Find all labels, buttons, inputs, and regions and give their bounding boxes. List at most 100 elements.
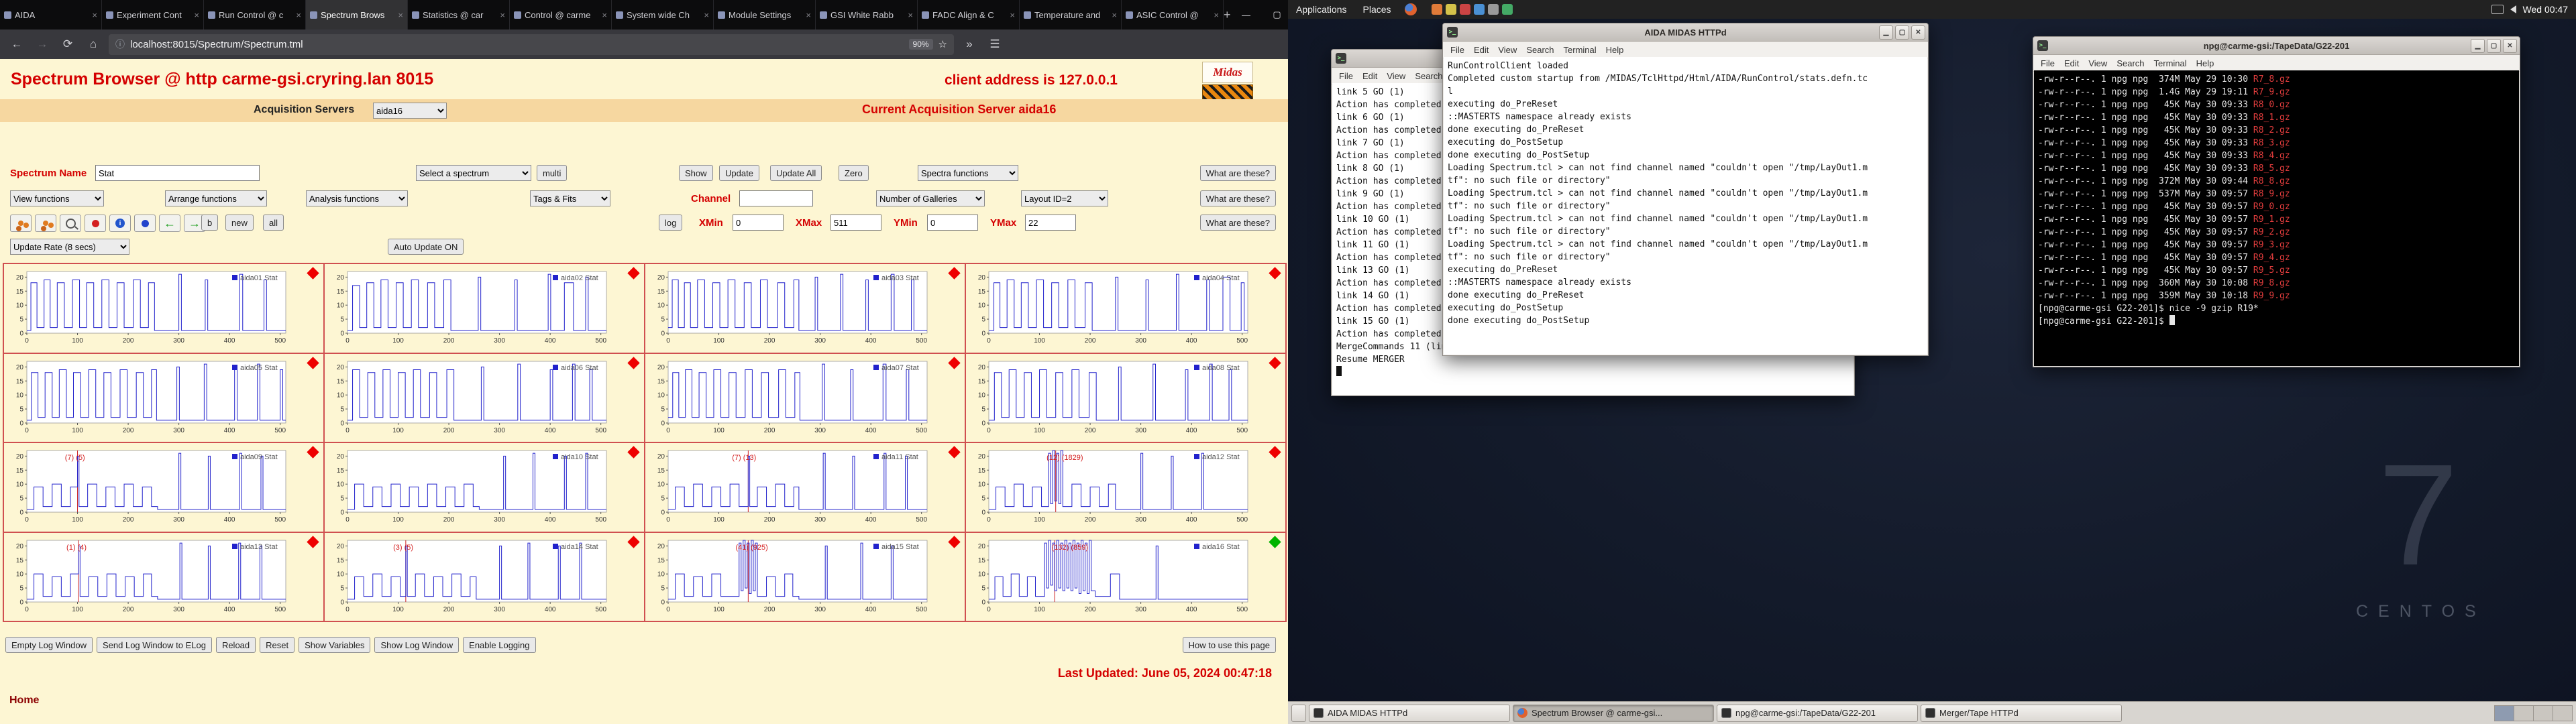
browser-tab-10[interactable]: FADC Align & C×: [918, 0, 1020, 29]
paw2-icon[interactable]: [35, 215, 56, 232]
spectrum-chart-aida15[interactable]: 051015200100200300400500aida15 Stat(41) …: [645, 532, 965, 622]
spectrum-chart-aida06[interactable]: 051015200100200300400500aida06 Stat: [324, 353, 645, 443]
log-button[interactable]: log: [659, 215, 682, 231]
home-link[interactable]: Home: [9, 695, 39, 707]
menu-help[interactable]: Help: [2192, 57, 2219, 70]
menu-file[interactable]: File: [2036, 57, 2059, 70]
analysis-functions-dropdown[interactable]: Analysis functions: [306, 190, 408, 206]
menu-file[interactable]: File: [1446, 44, 1469, 56]
close-icon[interactable]: ✕: [2503, 39, 2517, 53]
spectrum-chart-aida13[interactable]: 051015200100200300400500aida13 Stat(1) (…: [3, 532, 324, 622]
what-are-these-button-3[interactable]: What are these?: [1200, 215, 1276, 231]
tab-close-icon[interactable]: ×: [908, 10, 913, 20]
menu-search[interactable]: Search: [2112, 57, 2149, 70]
tab-close-icon[interactable]: ×: [1112, 10, 1117, 20]
overflow-icon[interactable]: »: [959, 34, 979, 54]
menu-terminal[interactable]: Terminal: [1559, 44, 1601, 56]
menu-view[interactable]: View: [1382, 70, 1410, 82]
browser-tab-9[interactable]: GSI White Rabb×: [816, 0, 918, 29]
browser-tab-2[interactable]: Experiment Cont×: [102, 0, 204, 29]
taskbar-button-spectrum-browser-carme-gsi-[interactable]: Spectrum Browser @ carme-gsi...: [1513, 705, 1714, 722]
browser-tab-12[interactable]: ASIC Control @×: [1122, 0, 1224, 29]
bottom-button-reset[interactable]: Reset: [260, 637, 294, 653]
browser-tab-4[interactable]: Spectrum Brows×: [306, 0, 408, 29]
menu-terminal[interactable]: Terminal: [2149, 57, 2192, 70]
browser-tab-3[interactable]: Run Control @ c×: [204, 0, 306, 29]
aida-window-titlebar[interactable]: >_ AIDA MIDAS HTTPd ▁ ▢ ✕: [1443, 23, 1928, 42]
tab-close-icon[interactable]: ×: [296, 10, 301, 20]
app-icon-1[interactable]: [1432, 4, 1442, 15]
panel-clock[interactable]: Wed 00:47: [2523, 4, 2568, 15]
new-button[interactable]: new: [225, 215, 254, 231]
update-rate-dropdown[interactable]: Update Rate (8 secs): [10, 239, 129, 255]
npg-terminal-output[interactable]: -rw-r--r--. 1 npg npg 374M May 29 10:30 …: [2034, 70, 2519, 366]
bottom-button-empty-log-window[interactable]: Empty Log Window: [5, 637, 93, 653]
zoom-icon[interactable]: [60, 215, 81, 232]
browser-tab-11[interactable]: Temperature and×: [1020, 0, 1122, 29]
menu-view[interactable]: View: [2084, 57, 2112, 70]
spectrum-chart-aida10[interactable]: 051015200100200300400500aida10 Stat: [324, 442, 645, 532]
menu-search[interactable]: Search: [1521, 44, 1558, 56]
layout-id-dropdown[interactable]: Layout ID=2: [1021, 190, 1108, 206]
spectrum-chart-aida11[interactable]: 051015200100200300400500aida11 Stat(7) (…: [645, 442, 965, 532]
bottom-button-reload[interactable]: Reload: [216, 637, 256, 653]
home-button[interactable]: ⌂: [83, 34, 103, 54]
workspace-2[interactable]: [2514, 706, 2534, 721]
blue-dot-icon[interactable]: [134, 215, 156, 232]
npg-terminal-window[interactable]: >_ npg@carme-gsi:/TapeData/G22-201 ▁ ▢ ✕…: [2033, 36, 2520, 367]
taskbar-button-merger-tape-httpd[interactable]: Merger/Tape HTTPd: [1921, 705, 2122, 722]
applications-menu[interactable]: Applications: [1288, 0, 1355, 19]
how-to-use-button[interactable]: How to use this page: [1183, 637, 1276, 653]
firefox-launcher-icon[interactable]: [1405, 3, 1417, 15]
url-bar[interactable]: ⓘ localhost:8015/Spectrum/Spectrum.tml 9…: [109, 34, 954, 55]
arrow-left-icon[interactable]: ←: [159, 215, 180, 232]
forward-button[interactable]: →: [32, 34, 52, 54]
workspace-4[interactable]: [2553, 706, 2572, 721]
all-button[interactable]: all: [263, 215, 284, 231]
keyboard-layout-icon[interactable]: [2491, 5, 2504, 14]
bottom-button-show-variables[interactable]: Show Variables: [299, 637, 370, 653]
app-icon-2[interactable]: [1446, 4, 1456, 15]
browser-tab-8[interactable]: Module Settings×: [714, 0, 816, 29]
app-icon-4[interactable]: [1474, 4, 1485, 15]
tab-close-icon[interactable]: ×: [1010, 10, 1015, 20]
info-icon[interactable]: i: [109, 215, 131, 232]
xmin-input[interactable]: [733, 215, 784, 231]
aida-terminal-output[interactable]: RunControlClient loadedCompleted custom …: [1444, 57, 1927, 355]
close-icon[interactable]: ✕: [1911, 25, 1925, 40]
acquisition-server-select[interactable]: aida16: [373, 103, 447, 119]
npg-window-titlebar[interactable]: >_ npg@carme-gsi:/TapeData/G22-201 ▁ ▢ ✕: [2033, 37, 2520, 55]
menu-edit[interactable]: Edit: [1358, 70, 1382, 82]
update-button[interactable]: Update: [719, 165, 759, 181]
spectrum-name-input[interactable]: [95, 165, 260, 181]
bottom-button-show-log-window[interactable]: Show Log Window: [374, 637, 459, 653]
tab-close-icon[interactable]: ×: [194, 10, 199, 20]
bottom-button-enable-logging[interactable]: Enable Logging: [463, 637, 535, 653]
menu-help[interactable]: Help: [1601, 44, 1629, 56]
bookmark-star-icon[interactable]: ☆: [938, 38, 947, 50]
ymax-input[interactable]: [1025, 215, 1076, 231]
number-of-galleries-dropdown[interactable]: Number of Galleries: [876, 190, 985, 206]
taskbar-button-aida-midas-httpd[interactable]: AIDA MIDAS HTTPd: [1309, 705, 1510, 722]
show-button[interactable]: Show: [679, 165, 713, 181]
spectrum-chart-aida16[interactable]: 051015200100200300400500aida16 Stat(132)…: [965, 532, 1286, 622]
places-menu[interactable]: Places: [1355, 0, 1399, 19]
spectrum-chart-aida09[interactable]: 051015200100200300400500aida09 Stat(7) (…: [3, 442, 324, 532]
arrange-functions-dropdown[interactable]: Arrange functions: [165, 190, 267, 206]
spectrum-chart-aida14[interactable]: 051015200100200300400500aida14 Stat(3) (…: [324, 532, 645, 622]
menu-file[interactable]: File: [1334, 70, 1358, 82]
site-info-icon[interactable]: ⓘ: [115, 38, 125, 51]
multi-button[interactable]: multi: [537, 165, 567, 181]
spectrum-chart-aida05[interactable]: 051015200100200300400500aida05 Stat: [3, 353, 324, 443]
spectrum-chart-aida07[interactable]: 051015200100200300400500aida07 Stat: [645, 353, 965, 443]
spectrum-chart-aida12[interactable]: 051015200100200300400500aida12 Stat(12) …: [965, 442, 1286, 532]
show-desktop-icon[interactable]: [1291, 705, 1306, 722]
xmax-input[interactable]: [830, 215, 881, 231]
select-a-spectrum-dropdown[interactable]: Select a spectrum: [416, 165, 531, 181]
browser-tab-1[interactable]: AIDA×: [0, 0, 102, 29]
browser-tab-5[interactable]: Statistics @ car×: [408, 0, 510, 29]
b-button[interactable]: b: [201, 215, 218, 231]
spectrum-chart-aida08[interactable]: 051015200100200300400500aida08 Stat: [965, 353, 1286, 443]
volume-icon[interactable]: [2510, 5, 2516, 13]
tab-close-icon[interactable]: ×: [704, 10, 709, 20]
